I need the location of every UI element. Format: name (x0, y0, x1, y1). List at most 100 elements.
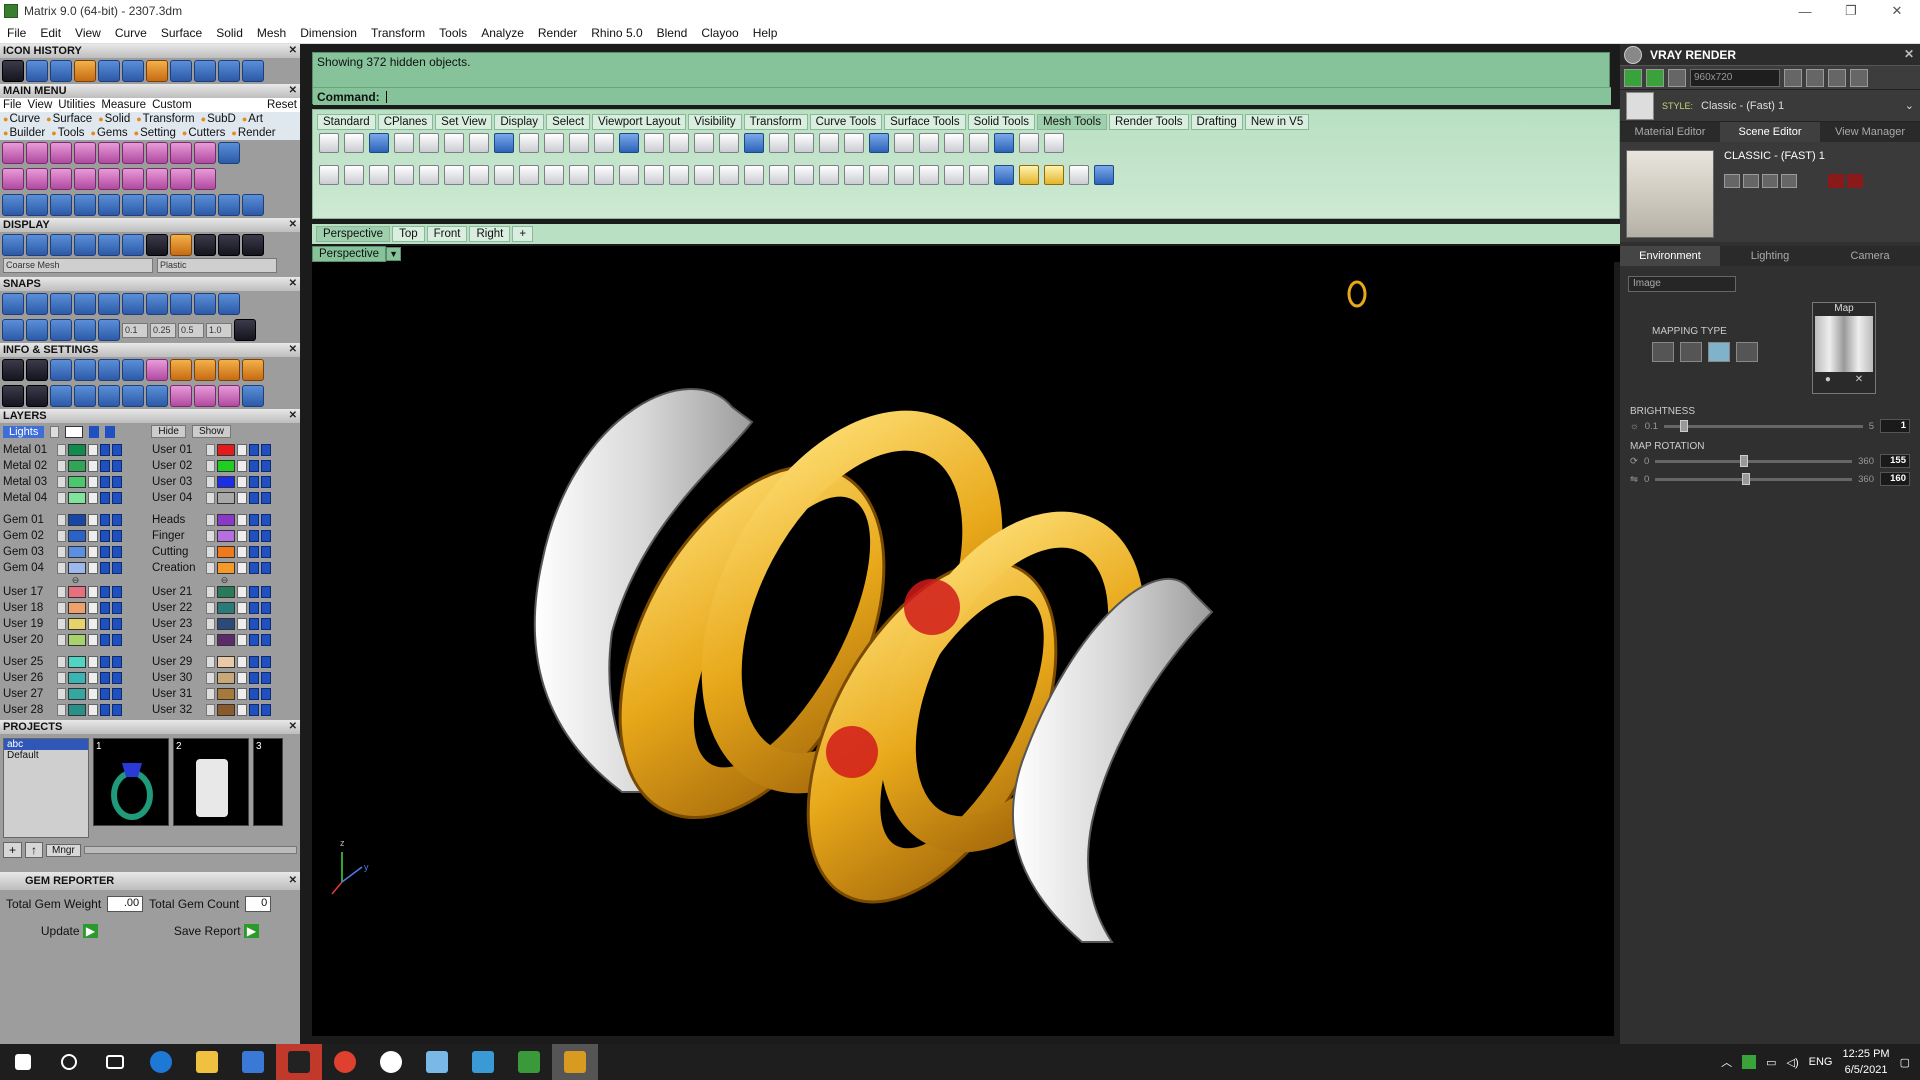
expand-icon[interactable] (57, 602, 66, 614)
snap-near-icon[interactable] (26, 293, 48, 315)
menu-clayoo[interactable]: Clayoo (694, 26, 745, 40)
box-icon[interactable] (146, 142, 168, 164)
zoom-window-icon[interactable] (619, 165, 639, 185)
visibility-icon[interactable] (249, 562, 259, 574)
chrome-button[interactable] (322, 1044, 368, 1080)
gold-ball-icon[interactable] (170, 234, 192, 256)
forward-icon[interactable] (242, 60, 264, 82)
help-icon[interactable] (1094, 165, 1114, 185)
expand-icon[interactable] (206, 656, 215, 668)
main-menu-subd[interactable]: SubD (201, 113, 236, 125)
scale-icon[interactable] (122, 194, 144, 216)
rotation2-value[interactable]: 160 (1880, 472, 1910, 486)
network-icon[interactable]: ▭ (1766, 1056, 1776, 1069)
grid-icon[interactable] (194, 194, 216, 216)
expand-icon[interactable] (206, 476, 215, 488)
expand-icon[interactable] (206, 546, 215, 558)
visibility-icon[interactable] (249, 514, 259, 526)
menu-tools[interactable]: Tools (432, 26, 474, 40)
menu-surface[interactable]: Surface (154, 26, 209, 40)
menu-help[interactable]: Help (746, 26, 785, 40)
layer-row[interactable]: User 02 (152, 458, 297, 474)
scene-action-icon[interactable] (1781, 174, 1797, 188)
lock-icon[interactable] (170, 385, 192, 407)
visibility-icon[interactable] (100, 688, 110, 700)
mesh-weld-icon[interactable] (444, 133, 464, 153)
chrome-ball-icon[interactable] (218, 234, 240, 256)
grid-icon[interactable] (2, 60, 24, 82)
main-menu-cutters[interactable]: Cutters (182, 127, 225, 139)
expand-icon[interactable] (57, 492, 66, 504)
main-menu-builder[interactable]: Builder (3, 127, 45, 139)
visibility-icon[interactable] (100, 618, 110, 630)
snap-mid-icon[interactable] (74, 293, 96, 315)
layer-color-swatch[interactable] (68, 688, 86, 700)
close-icon[interactable]: ✕ (289, 343, 297, 357)
expand-icon[interactable] (206, 530, 215, 542)
mesh-check-icon[interactable] (844, 133, 864, 153)
layer-color-swatch[interactable] (217, 602, 235, 614)
visibility-icon[interactable] (249, 476, 259, 488)
mesh-fill-icon[interactable] (669, 133, 689, 153)
layer-row[interactable]: User 28 (3, 702, 148, 718)
layer-color-swatch[interactable] (68, 602, 86, 614)
select-layer-icon[interactable] (261, 618, 271, 630)
visibility-icon[interactable] (249, 444, 259, 456)
layer-color-swatch[interactable] (68, 586, 86, 598)
expand-icon[interactable] (57, 514, 66, 526)
tab-material-editor[interactable]: Material Editor (1620, 122, 1720, 142)
select-icon[interactable] (122, 60, 144, 82)
resolution-select[interactable]: 960x720 (1690, 68, 1780, 87)
layer-color-swatch[interactable] (65, 425, 84, 438)
menu-view[interactable]: View (68, 26, 108, 40)
visibility-icon[interactable] (249, 634, 259, 646)
lock-icon[interactable] (88, 704, 98, 716)
expand-icon[interactable] (206, 492, 215, 504)
point-icon[interactable] (2, 194, 24, 216)
lock-icon[interactable] (237, 562, 247, 574)
expand-icon[interactable] (57, 656, 66, 668)
main-menu-art[interactable]: Art (242, 113, 263, 125)
expand-icon[interactable] (57, 618, 66, 630)
snap-value-0.5[interactable]: 0.5 (178, 322, 204, 338)
lock-icon[interactable] (237, 704, 247, 716)
mesh-smooth-icon[interactable] (494, 133, 514, 153)
select-layer-icon[interactable] (112, 546, 122, 558)
lock-icon[interactable] (88, 530, 98, 542)
ring-view-icon[interactable] (1347, 280, 1367, 308)
layer-row[interactable]: User 29 (152, 654, 297, 670)
expand-icon[interactable] (57, 530, 66, 542)
mesh-dims-icon[interactable] (1044, 133, 1064, 153)
expand-icon[interactable] (50, 425, 60, 438)
layers-divider[interactable]: ⊖ (152, 575, 297, 585)
lock-icon[interactable] (237, 514, 247, 526)
select-layer-icon[interactable] (261, 514, 271, 526)
rendered-icon[interactable] (50, 234, 72, 256)
spline-icon[interactable] (50, 194, 72, 216)
rotation1-knob[interactable] (1739, 454, 1748, 467)
layer-row[interactable]: User 01 (152, 442, 297, 458)
options-icon[interactable] (170, 359, 192, 381)
scene-action-icon[interactable] (1762, 174, 1778, 188)
plane-icon[interactable] (769, 165, 789, 185)
snap-value-0.1[interactable]: 0.1 (122, 322, 148, 338)
close-button[interactable]: ✕ (1874, 0, 1920, 22)
plugin-icon[interactable] (194, 385, 216, 407)
menu-edit[interactable]: Edit (33, 26, 68, 40)
expand-icon[interactable] (57, 704, 66, 716)
language-indicator[interactable]: ENG (1809, 1056, 1833, 1068)
visibility-icon[interactable] (100, 656, 110, 668)
metal-ball-icon[interactable] (146, 234, 168, 256)
lock-icon[interactable] (237, 688, 247, 700)
cut-icon[interactable] (218, 194, 240, 216)
task-view-button[interactable] (92, 1044, 138, 1080)
select-layer-icon[interactable] (261, 444, 271, 456)
torus-icon[interactable] (74, 168, 96, 190)
layer-row[interactable]: Metal 04 (3, 490, 148, 506)
select-layer-icon[interactable] (112, 460, 122, 472)
lock-icon[interactable] (869, 165, 889, 185)
expand-icon[interactable] (57, 476, 66, 488)
layer-row[interactable]: User 30 (152, 670, 297, 686)
select-layer-icon[interactable] (261, 586, 271, 598)
tab-lighting[interactable]: Lighting (1720, 246, 1820, 266)
